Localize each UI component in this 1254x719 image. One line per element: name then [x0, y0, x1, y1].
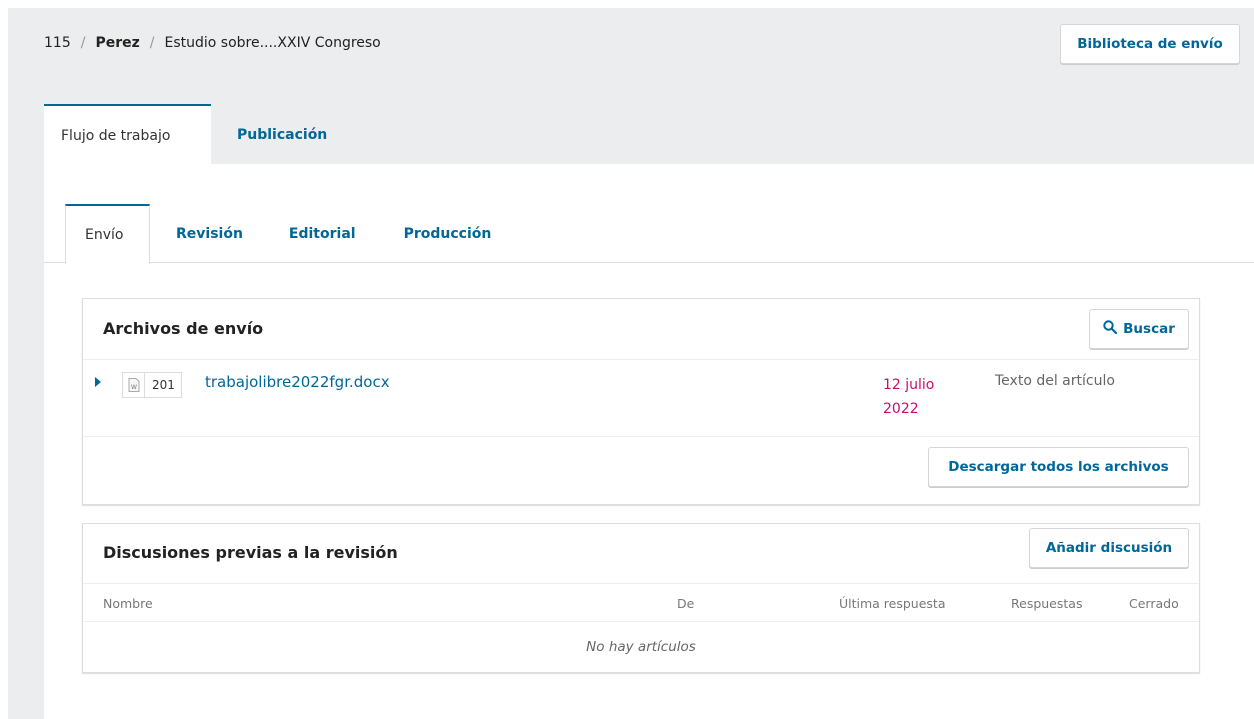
column-name: Nombre	[103, 596, 153, 611]
submission-files-header: Archivos de envío Buscar	[83, 299, 1199, 360]
add-discussion-button[interactable]: Añadir discusión	[1029, 528, 1189, 568]
column-replies: Respuestas	[1011, 596, 1083, 611]
column-closed: Cerrado	[1129, 596, 1179, 611]
file-row: W 201 trabajolibre2022fgr.docx 12 julio …	[83, 360, 1199, 437]
file-date: 12 julio 2022	[883, 377, 935, 417]
search-files-label: Buscar	[1123, 321, 1175, 337]
main-tabs: Flujo de trabajo Publicación	[44, 104, 343, 165]
file-name-link[interactable]: trabajolibre2022fgr.docx	[205, 373, 390, 391]
download-all-button[interactable]: Descargar todos los archivos	[928, 447, 1189, 487]
tab-publication[interactable]: Publicación	[211, 104, 343, 165]
stage-tabs: Envío Revisión Editorial Producción	[44, 204, 1254, 264]
discussions-title: Discusiones previas a la revisión	[103, 543, 398, 562]
tab-editorial[interactable]: Editorial	[263, 204, 376, 263]
breadcrumb-separator: /	[80, 35, 86, 51]
submission-files-footer: Descargar todos los archivos	[83, 437, 1199, 503]
expand-row-icon[interactable]	[95, 377, 101, 387]
search-files-button[interactable]: Buscar	[1089, 309, 1189, 349]
tab-review[interactable]: Revisión	[150, 204, 263, 263]
tab-production[interactable]: Producción	[376, 204, 512, 263]
submission-library-button[interactable]: Biblioteca de envío	[1060, 24, 1240, 64]
discussions-header: Discusiones previas a la revisión Añadir…	[83, 524, 1199, 584]
discussions-table-header: Nombre De Última respuesta Respuestas Ce…	[83, 584, 1199, 622]
file-number: 201	[152, 378, 175, 392]
column-last-reply: Última respuesta	[839, 596, 946, 611]
magnifier-icon	[1103, 320, 1118, 338]
empty-message: No hay artículos	[586, 639, 696, 655]
breadcrumb-id: 115	[44, 35, 71, 51]
discussions-card: Discusiones previas a la revisión Añadir…	[82, 523, 1200, 673]
breadcrumb: 115 / Perez / Estudio sobre....XXIV Cong…	[44, 35, 381, 51]
breadcrumb-author: Perez	[95, 35, 140, 51]
tab-workflow[interactable]: Flujo de trabajo	[44, 104, 211, 165]
breadcrumb-separator: /	[149, 35, 155, 51]
word-document-icon: W	[123, 373, 145, 397]
column-from: De	[677, 596, 695, 611]
submission-files-card: Archivos de envío Buscar W 201 trabajoli…	[82, 298, 1200, 505]
tab-submission[interactable]: Envío	[65, 204, 150, 264]
submission-files-title: Archivos de envío	[103, 319, 264, 338]
svg-text:W: W	[131, 384, 137, 391]
file-id-badge: W 201	[122, 372, 182, 398]
breadcrumb-title: Estudio sobre....XXIV Congreso	[164, 35, 381, 51]
file-type: Texto del artículo	[995, 373, 1115, 389]
workflow-panel: Envío Revisión Editorial Producción Arch…	[44, 164, 1254, 719]
